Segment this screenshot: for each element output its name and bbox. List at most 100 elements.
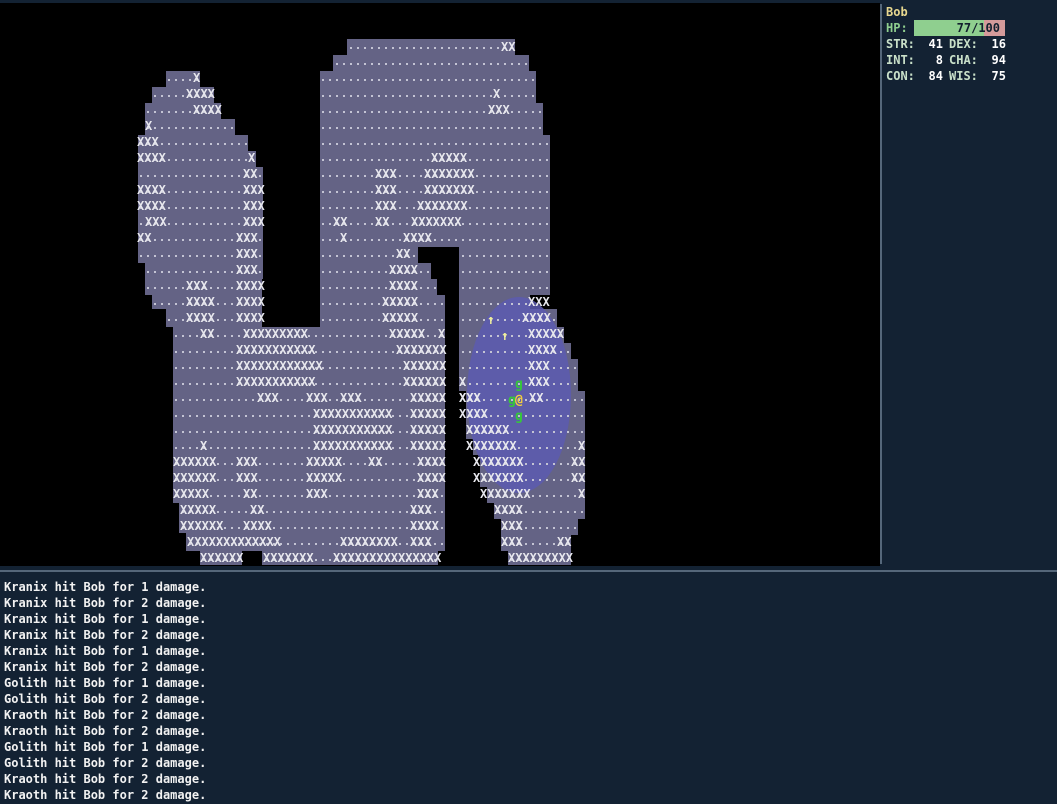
floor-dot xyxy=(518,335,520,337)
floor-dot xyxy=(539,191,541,193)
floor-dot xyxy=(525,431,527,433)
floor-dot xyxy=(322,351,324,353)
floor-dot xyxy=(245,511,247,513)
wall-glyph: XXX xyxy=(236,247,258,261)
floor-dot xyxy=(406,207,408,209)
floor-dot xyxy=(182,239,184,241)
log-line: Kranix hit Bob for 1 damage. xyxy=(4,612,207,626)
wall-glyph: XXX xyxy=(243,199,265,213)
floor-dot xyxy=(147,175,149,177)
wall-glyph: XXXXXXXXXXX xyxy=(313,439,393,453)
floor-dot xyxy=(189,143,191,145)
floor-dot xyxy=(203,383,205,385)
dungeon-map[interactable]: XX X XXXX XXXX X XXX X XXX XXXXX X XXXX XX XXX XXXXXX… xyxy=(0,0,880,566)
floor-dot xyxy=(434,111,436,113)
floor-dot xyxy=(168,127,170,129)
player-glyph[interactable]: @ xyxy=(515,393,523,408)
floor-dot xyxy=(511,175,513,177)
floor-dot xyxy=(287,543,289,545)
floor-dot xyxy=(497,255,499,257)
floor-dot xyxy=(385,239,387,241)
floor-dot xyxy=(462,111,464,113)
message-log[interactable]: Kranix hit Bob for 1 damage. Kranix hit … xyxy=(4,579,1054,803)
floor-dot xyxy=(336,95,338,97)
wall-glyph: XXXXX xyxy=(173,487,210,501)
floor-dot xyxy=(448,47,450,49)
floor-dot xyxy=(546,143,548,145)
floor-dot xyxy=(224,287,226,289)
floor-dot xyxy=(378,63,380,65)
wall-glyph: XXX xyxy=(137,135,159,149)
item-glyph-2[interactable]: ↑ xyxy=(501,329,509,344)
floor-dot xyxy=(231,239,233,241)
wall-glyph: XXXXXX xyxy=(403,375,447,389)
floor-dot xyxy=(357,351,359,353)
floor-dot xyxy=(546,207,548,209)
floor-dot xyxy=(490,95,492,97)
wall-glyph: X xyxy=(493,87,501,101)
floor-dot xyxy=(539,143,541,145)
wall-glyph: XXXX xyxy=(186,311,216,325)
floor-dot xyxy=(399,527,401,529)
item-glyph-1[interactable]: ↑ xyxy=(487,313,495,328)
floor-dot xyxy=(154,127,156,129)
floor-dot xyxy=(385,159,387,161)
floor-dot xyxy=(224,191,226,193)
floor-dot xyxy=(567,351,569,353)
floor-dot xyxy=(420,159,422,161)
floor-dot xyxy=(462,367,464,369)
floor-dot xyxy=(378,127,380,129)
floor-dot xyxy=(231,415,233,417)
floor-dot xyxy=(357,111,359,113)
floor-dot xyxy=(182,223,184,225)
floor-dot xyxy=(553,319,555,321)
wall-glyph: X xyxy=(145,119,153,133)
floor-dot xyxy=(574,415,576,417)
floor-dot xyxy=(203,399,205,401)
monster-glyph-north[interactable]: g xyxy=(515,377,523,392)
floor-dot xyxy=(217,191,219,193)
floor-dot xyxy=(469,79,471,81)
wall-glyph: XX xyxy=(571,471,586,485)
floor-dot xyxy=(406,431,408,433)
wall-glyph: X xyxy=(340,231,348,245)
wall-glyph: XXXX xyxy=(236,311,266,325)
monster-glyph-south[interactable]: g xyxy=(515,409,523,424)
floor-dot xyxy=(497,47,499,49)
wall-glyph: XXX xyxy=(186,279,208,293)
floor-dot xyxy=(546,239,548,241)
floor-dot xyxy=(294,511,296,513)
floor-dot xyxy=(336,127,338,129)
floor-dot xyxy=(259,463,261,465)
floor-dot xyxy=(434,303,436,305)
floor-dot xyxy=(546,255,548,257)
floor-dot xyxy=(147,271,149,273)
floor-dot xyxy=(182,207,184,209)
floor-dot xyxy=(259,431,261,433)
floor-dot xyxy=(567,495,569,497)
log-line: Kraoth hit Bob for 2 damage. xyxy=(4,788,207,802)
floor-dot xyxy=(504,239,506,241)
floor-dot xyxy=(504,287,506,289)
floor-dot xyxy=(504,399,506,401)
floor-dot xyxy=(259,175,261,177)
floor-dot xyxy=(399,463,401,465)
floor-dot xyxy=(224,463,226,465)
floor-dot xyxy=(490,223,492,225)
wall-glyph: XXX xyxy=(417,487,439,501)
floor-dot xyxy=(231,335,233,337)
floor-dot xyxy=(175,207,177,209)
floor-dot xyxy=(567,511,569,513)
floor-dot xyxy=(539,431,541,433)
floor-dot xyxy=(518,79,520,81)
floor-dot xyxy=(504,383,506,385)
wall-glyph: XXXXXX xyxy=(403,359,447,373)
floor-dot xyxy=(343,191,345,193)
floor-dot xyxy=(259,495,261,497)
floor-dot xyxy=(546,511,548,513)
floor-dot xyxy=(511,383,513,385)
floor-dot xyxy=(343,175,345,177)
floor-dot xyxy=(301,495,303,497)
floor-dot xyxy=(427,95,429,97)
floor-dot xyxy=(196,351,198,353)
